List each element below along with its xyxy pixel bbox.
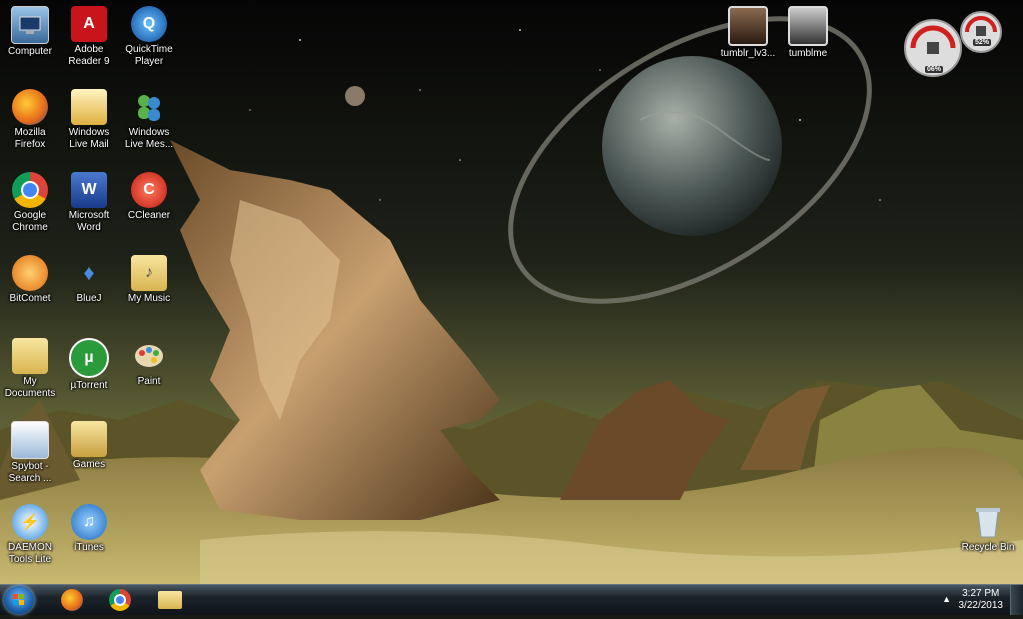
desktop-icon-mozilla-firefox[interactable]: Mozilla Firefox bbox=[0, 89, 60, 151]
desktop-icon-my-documents[interactable]: My Documents bbox=[0, 338, 60, 400]
desktop-icon-paint[interactable]: Paint bbox=[119, 338, 179, 388]
desktop-icon-adobe-reader[interactable]: A Adobe Reader 9 bbox=[59, 6, 119, 68]
chrome-icon bbox=[109, 589, 131, 611]
taskbar-chrome-button[interactable] bbox=[100, 586, 140, 614]
bluej-icon: ♦ bbox=[83, 260, 95, 285]
ccleaner-icon: C bbox=[131, 172, 167, 208]
system-clock[interactable]: 3:27 PM 3/22/2013 bbox=[959, 588, 1004, 612]
explorer-icon bbox=[158, 591, 182, 609]
games-folder-icon bbox=[71, 421, 107, 457]
desktop-icon-utorrent[interactable]: µ µTorrent bbox=[59, 338, 119, 392]
desktop-icon-windows-live-messenger[interactable]: Windows Live Mes... bbox=[119, 89, 179, 151]
bitcomet-icon bbox=[12, 255, 48, 291]
word-icon: W bbox=[71, 172, 107, 208]
desktop-icon-computer[interactable]: Computer bbox=[0, 6, 60, 58]
clock-date: 3/22/2013 bbox=[958, 600, 1004, 611]
desktop-icon-bluej[interactable]: ♦ BlueJ bbox=[59, 255, 119, 305]
firefox-icon bbox=[61, 589, 83, 611]
paint-icon bbox=[131, 338, 167, 374]
itunes-icon: ♫ bbox=[71, 504, 107, 540]
desktop-icon-google-chrome[interactable]: Google Chrome bbox=[0, 172, 60, 234]
documents-folder-icon bbox=[12, 338, 48, 374]
memory-value: 52% bbox=[973, 39, 992, 46]
music-folder-icon: ♪ bbox=[131, 255, 167, 291]
desktop-icon-bitcomet[interactable]: BitComet bbox=[0, 255, 60, 305]
utorrent-icon: µ bbox=[69, 338, 109, 378]
desktop-icon-windows-live-mail[interactable]: Windows Live Mail bbox=[59, 89, 119, 151]
image-file-icon bbox=[728, 6, 768, 46]
desktop-icon-games[interactable]: Games bbox=[59, 421, 119, 471]
adobe-reader-icon: A bbox=[71, 6, 107, 42]
desktop-icon-quicktime[interactable]: Q QuickTime Player bbox=[119, 6, 179, 68]
cpu-meter-gadget[interactable]: 06% 52% bbox=[903, 8, 1003, 80]
desktop-icon-tumblme-image[interactable]: tumblme bbox=[778, 6, 838, 60]
chrome-icon bbox=[12, 172, 48, 208]
desktop-icon-tumblr-image[interactable]: tumblr_lv3... bbox=[718, 6, 778, 60]
desktop-icon-microsoft-word[interactable]: W Microsoft Word bbox=[59, 172, 119, 234]
taskbar: ▲ 3:27 PM 3/22/2013 bbox=[0, 584, 1023, 615]
desktop-icon-itunes[interactable]: ♫ iTunes bbox=[59, 504, 119, 554]
cpu-value: 06% bbox=[925, 66, 944, 73]
windows-logo-icon bbox=[13, 594, 24, 605]
taskbar-explorer-button[interactable] bbox=[150, 586, 190, 614]
recycle-bin-icon bbox=[970, 504, 1006, 540]
desktop-icon-recycle-bin[interactable]: Recycle Bin bbox=[958, 504, 1018, 554]
firefox-icon bbox=[12, 89, 48, 125]
desktop-icon-daemon-tools[interactable]: ⚡ DAEMON Tools Lite bbox=[0, 504, 60, 566]
live-mail-icon bbox=[71, 89, 107, 125]
taskbar-firefox-button[interactable] bbox=[52, 586, 92, 614]
spybot-icon bbox=[11, 421, 49, 459]
desktop-icon-my-music[interactable]: ♪ My Music bbox=[119, 255, 179, 305]
desktop-icon-ccleaner[interactable]: C CCleaner bbox=[119, 172, 179, 222]
show-desktop-button[interactable] bbox=[1010, 585, 1023, 615]
image-file-icon bbox=[788, 6, 828, 46]
start-button[interactable] bbox=[4, 586, 34, 614]
desktop-icon-spybot[interactable]: Spybot - Search ... bbox=[0, 421, 60, 485]
show-hidden-icons-button[interactable]: ▲ bbox=[942, 594, 951, 604]
quicktime-icon: Q bbox=[131, 6, 167, 42]
live-messenger-icon bbox=[131, 89, 167, 125]
daemon-tools-icon: ⚡ bbox=[12, 504, 48, 540]
clock-time: 3:27 PM bbox=[962, 588, 1000, 599]
computer-icon bbox=[11, 6, 49, 44]
